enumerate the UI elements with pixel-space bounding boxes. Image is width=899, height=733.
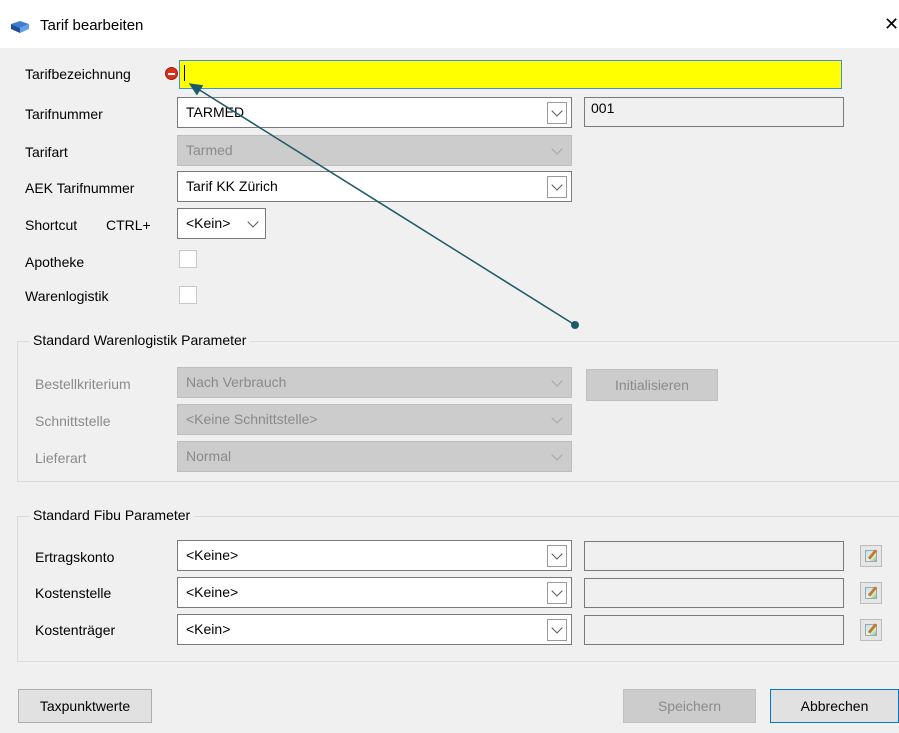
arrow-origin-dot: [571, 321, 579, 329]
annotation-arrow: [188, 83, 579, 329]
arrow-line: [188, 83, 576, 326]
